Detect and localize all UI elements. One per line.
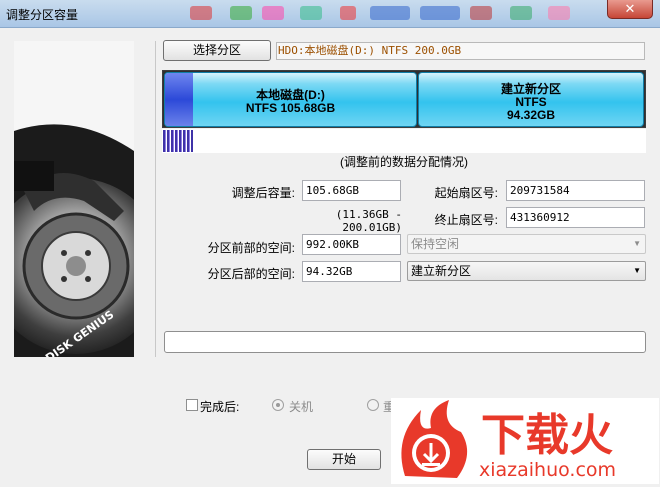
partition-d[interactable]: 本地磁盘(D:) NTFS 105.68GB bbox=[164, 72, 417, 127]
space-after-select-value: 建立新分区 bbox=[411, 264, 472, 278]
window-title: 调整分区容量 bbox=[6, 8, 79, 22]
watermark-logo: 下载火 xiazaihuo.com bbox=[391, 398, 659, 484]
finish-label: 完成后: bbox=[200, 400, 240, 414]
chevron-down-icon: ▼ bbox=[633, 266, 641, 275]
partition-new-size: 94.32GB bbox=[506, 108, 556, 122]
end-sector-label: 终止扇区号: bbox=[434, 213, 498, 227]
close-button[interactable]: ✕ bbox=[607, 0, 653, 19]
shutdown-label: 关机 bbox=[289, 400, 314, 414]
size-range-hint: (11.36GB - 200.01GB) bbox=[335, 208, 402, 234]
start-sector-input[interactable]: 209731584 bbox=[506, 180, 645, 201]
restart-radio[interactable] bbox=[367, 399, 379, 411]
after-size-label: 调整后容量: bbox=[231, 186, 295, 200]
partition-new[interactable]: 建立新分区 NTFS 94.32GB bbox=[418, 72, 644, 127]
progress-bar bbox=[164, 331, 646, 353]
space-before-select: 保持空闲 ▼ bbox=[407, 234, 646, 254]
space-before-label: 分区前部的空间: bbox=[207, 241, 295, 255]
data-segment bbox=[163, 130, 193, 152]
shutdown-radio[interactable] bbox=[272, 399, 284, 411]
space-before-input[interactable]: 992.00KB bbox=[302, 234, 401, 255]
partition-d-size: NTFS 105.68GB bbox=[245, 101, 336, 115]
watermark-brand: 下载火 bbox=[481, 410, 613, 461]
select-partition-button[interactable]: 选择分区 bbox=[163, 40, 271, 61]
start-button[interactable]: 开始 bbox=[307, 449, 381, 470]
space-after-input[interactable]: 94.32GB bbox=[302, 261, 401, 282]
finish-checkbox[interactable] bbox=[186, 399, 198, 411]
watermark-url: xiazaihuo.com bbox=[479, 459, 616, 481]
start-sector-label: 起始扇区号: bbox=[434, 186, 498, 200]
hard-disk-image: DISK GENIUS bbox=[14, 41, 134, 357]
space-before-select-value: 保持空闲 bbox=[411, 237, 460, 251]
space-after-label: 分区后部的空间: bbox=[207, 267, 295, 281]
title-bar: 调整分区容量 ✕ bbox=[0, 0, 660, 28]
divider bbox=[155, 41, 156, 357]
close-icon: ✕ bbox=[624, 1, 636, 16]
disk-info: HDO:本地磁盘(D:) NTFS 200.0GB bbox=[276, 42, 645, 60]
distribution-caption: (调整前的数据分配情况) bbox=[340, 155, 468, 169]
space-after-select[interactable]: 建立新分区 ▼ bbox=[407, 261, 646, 281]
after-size-input[interactable]: 105.68GB bbox=[302, 180, 401, 201]
partition-map: 本地磁盘(D:) NTFS 105.68GB 建立新分区 NTFS 94.32G… bbox=[162, 70, 646, 128]
end-sector-input[interactable]: 431360912 bbox=[506, 207, 645, 228]
data-distribution-strip bbox=[162, 129, 646, 153]
chevron-down-icon: ▼ bbox=[633, 239, 641, 248]
